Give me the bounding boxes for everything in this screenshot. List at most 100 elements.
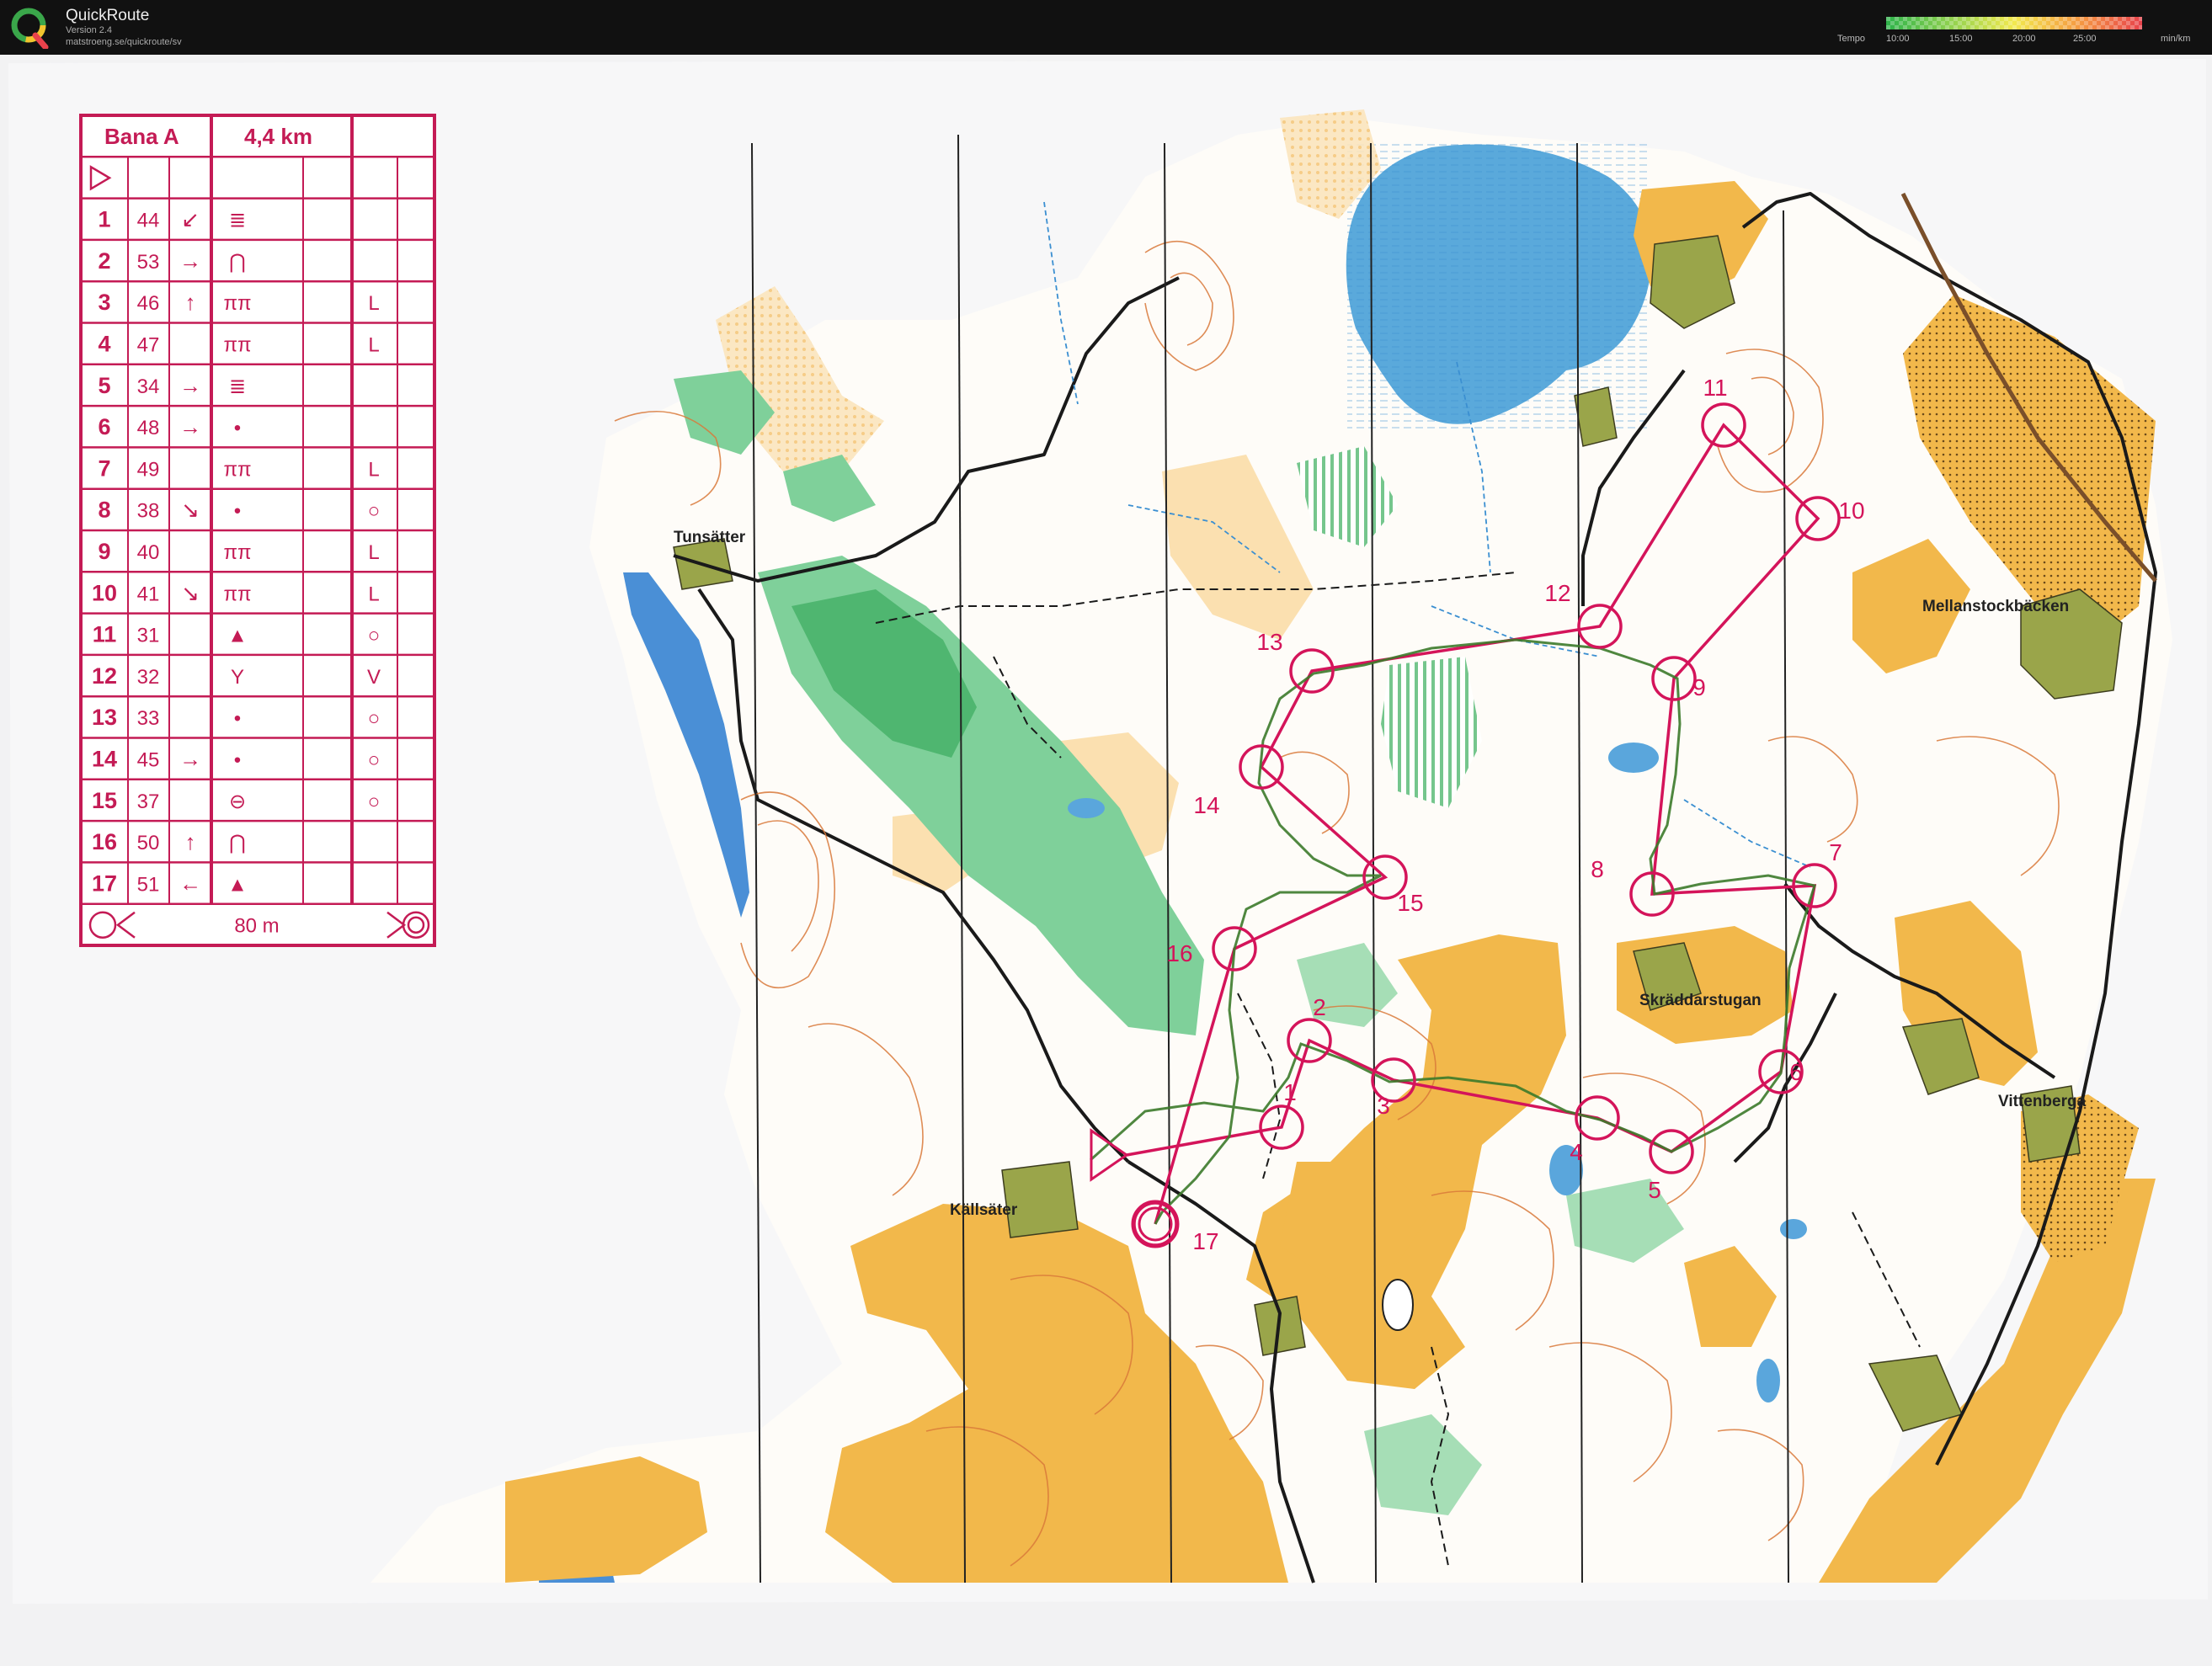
direction-symbol: ← [179, 870, 201, 896]
footer-distance: 80 m [234, 915, 279, 938]
control-number: 7 [1829, 839, 1842, 865]
control-description-table: Bana A 4,4 km1 44 ↙ ≣2 53 → ⋂3 46 ↑ ππ L4 47 ππ L5 34 → ≣… [79, 114, 436, 947]
detail-symbol: L [368, 334, 379, 357]
place-label-mellanstockbacken: Mellanstockbäcken [1922, 598, 2069, 615]
feature-symbol: Y [231, 666, 244, 689]
control-order: 5 [98, 373, 110, 398]
lake-north-marsh [1347, 143, 1650, 429]
control-order: 14 [92, 747, 117, 772]
feature-symbol: ππ [223, 583, 251, 605]
feature-symbol: ▲ [227, 625, 248, 647]
detail-symbol: ○ [368, 500, 381, 523]
control-code: 33 [137, 707, 160, 730]
control-number: 16 [1166, 940, 1192, 966]
tempo-unit: min/km [2161, 34, 2191, 44]
control-code: 31 [137, 625, 160, 647]
control-order: 15 [92, 788, 117, 813]
feature-symbol: ≣ [229, 375, 246, 398]
control-number: 5 [1648, 1177, 1661, 1203]
control-code: 53 [137, 251, 160, 274]
control-number: 8 [1591, 856, 1604, 882]
control-number: 9 [1692, 674, 1706, 700]
control-order: 8 [98, 498, 110, 523]
control-order: 6 [98, 414, 110, 439]
control-order: 10 [92, 580, 117, 605]
control-number: 10 [1838, 498, 1864, 524]
control-code: 48 [137, 417, 160, 439]
direction-symbol: → [179, 414, 201, 439]
control-code: 47 [137, 334, 160, 357]
feature-symbol: ⋂ [229, 251, 246, 274]
direction-symbol: ↙ [181, 207, 200, 232]
feature-symbol: ππ [223, 541, 251, 564]
direction-symbol: ↘ [181, 580, 200, 605]
control-number: 17 [1192, 1228, 1218, 1254]
control-order: 17 [92, 870, 117, 896]
control-code: 45 [137, 749, 160, 772]
control-code: 32 [137, 666, 160, 689]
control-order: 16 [92, 829, 117, 854]
course-name: Bana A [104, 124, 179, 149]
feature-symbol: ππ [223, 334, 251, 357]
app-title: QuickRoute [66, 7, 150, 24]
detail-symbol: ○ [368, 707, 381, 730]
control-number: 13 [1256, 629, 1282, 655]
control-number: 12 [1544, 580, 1570, 606]
direction-symbol: ↘ [181, 498, 200, 523]
control-code: 34 [137, 375, 160, 398]
control-code: 37 [137, 790, 160, 813]
control-code: 44 [137, 210, 160, 232]
feature-symbol: • [234, 500, 241, 523]
direction-symbol: → [179, 248, 201, 274]
control-number: 3 [1377, 1093, 1390, 1119]
control-order: 9 [98, 539, 110, 564]
control-order: 3 [98, 290, 110, 315]
control-code: 41 [137, 583, 160, 605]
control-number: 15 [1397, 890, 1423, 916]
feature-symbol: ≣ [229, 210, 246, 232]
control-number: 2 [1313, 994, 1326, 1020]
tempo-tick-1: 10:00 [1886, 34, 1910, 44]
control-code: 38 [137, 500, 160, 523]
control-order: 4 [98, 332, 110, 357]
detail-symbol: L [368, 583, 379, 605]
control-code: 50 [137, 832, 160, 854]
direction-symbol: → [179, 373, 201, 398]
course-length: 4,4 km [244, 124, 312, 149]
direction-symbol: → [179, 747, 201, 772]
feature-symbol: ππ [223, 458, 251, 481]
control-code: 46 [137, 292, 160, 315]
control-order: 13 [92, 705, 117, 730]
control-code: 51 [137, 873, 160, 896]
app-url: matstroeng.se/quickroute/sv [66, 37, 182, 47]
direction-symbol: ↑ [185, 290, 196, 315]
app-title-bar: QuickRoute Version 2.4 matstroeng.se/qui… [0, 0, 2212, 55]
feature-symbol: • [234, 749, 241, 772]
control-order: 12 [92, 663, 117, 689]
place-label-skraddarstugan: Skräddarstugan [1639, 992, 1762, 1009]
place-label-kallsater: Källsäter [950, 1201, 1018, 1219]
detail-symbol: V [367, 666, 381, 689]
control-number: 4 [1570, 1139, 1583, 1165]
control-order: 1 [98, 207, 110, 232]
feature-symbol: • [234, 707, 241, 730]
tempo-tick-4: 25:00 [2073, 34, 2097, 44]
direction-symbol: ↑ [185, 829, 196, 854]
control-code: 40 [137, 541, 160, 564]
tempo-tick-2: 15:00 [1949, 34, 1973, 44]
control-number: 1 [1283, 1079, 1297, 1105]
app-version: Version 2.4 [66, 25, 113, 35]
feature-symbol: ⊖ [229, 790, 246, 813]
feature-symbol: • [234, 417, 241, 439]
control-number: 6 [1789, 1059, 1803, 1085]
orienteering-map[interactable]: 1234567891011121314151617 Tunsätter Mell… [0, 55, 2212, 1666]
control-number: 14 [1193, 792, 1219, 818]
tempo-label: Tempo [1837, 34, 1866, 44]
place-label-tunsatter: Tunsätter [674, 529, 746, 546]
quickroute-logo-icon [11, 8, 49, 49]
detail-symbol: L [368, 292, 379, 315]
feature-symbol: ππ [223, 292, 251, 315]
control-number: 11 [1703, 375, 1727, 401]
feature-symbol: ▲ [227, 873, 248, 896]
control-code: 49 [137, 458, 160, 481]
